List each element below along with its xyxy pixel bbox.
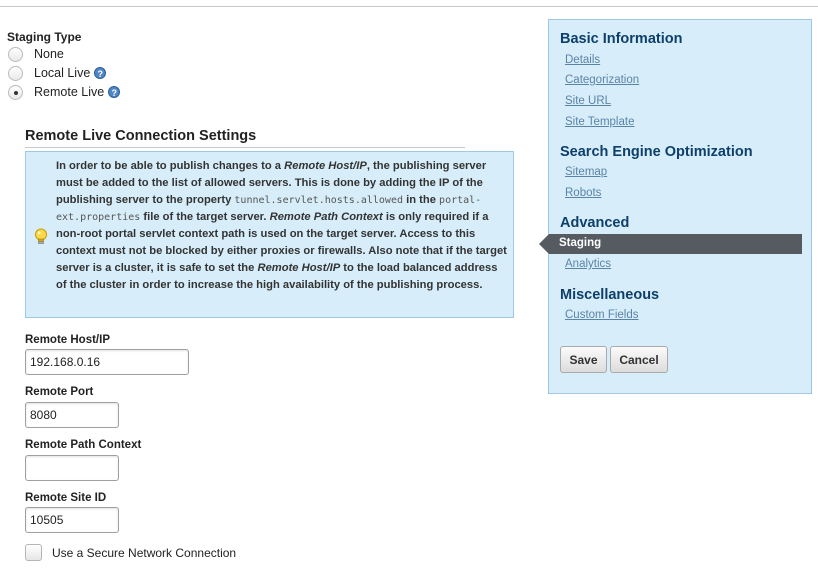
secure-connection-checkbox[interactable] (25, 544, 42, 561)
nav-item-staging-active[interactable]: Staging (539, 234, 802, 254)
save-button[interactable]: Save (560, 346, 607, 373)
radio-local-live-label: Local Live (34, 66, 91, 80)
section-divider (25, 147, 465, 148)
radio-option-remote-live[interactable]: Remote Live ? (8, 83, 121, 101)
nav-link-custom-fields[interactable]: Custom Fields (565, 309, 639, 321)
nav-link-robots[interactable]: Robots (565, 187, 601, 199)
info-message-text: In order to be able to publish changes t… (56, 160, 507, 291)
radio-local-live[interactable] (8, 65, 23, 81)
nav-heading-miscellaneous: Miscellaneous (560, 287, 660, 303)
remote-path-context-label: Remote Path Context (25, 439, 142, 451)
settings-nav-panel: Basic Information Details Categorization… (539, 19, 812, 394)
nav-link-categorization[interactable]: Categorization (565, 74, 639, 86)
nav-link-details[interactable]: Details (565, 54, 600, 66)
radio-remote-live[interactable] (8, 84, 23, 100)
secure-connection-option[interactable]: Use a Secure Network Connection (25, 544, 236, 561)
remote-site-id-label: Remote Site ID (25, 492, 107, 504)
nav-link-sitemap[interactable]: Sitemap (565, 166, 607, 178)
remote-port-input[interactable] (25, 402, 119, 428)
staging-type-label: Staging Type (7, 30, 82, 44)
nav-heading-advanced: Advanced (560, 215, 630, 231)
remote-site-id-input[interactable] (25, 507, 119, 533)
nav-link-site-url[interactable]: Site URL (565, 95, 611, 107)
remote-host-label: Remote Host/IP (25, 334, 110, 346)
top-divider (0, 6, 818, 7)
nav-item-staging-label: Staging (559, 237, 602, 249)
radio-none-label: None (34, 47, 64, 61)
radio-remote-live-label: Remote Live (34, 85, 105, 99)
remote-host-input[interactable] (25, 349, 189, 375)
active-indicator-arrow (539, 234, 549, 254)
nav-heading-seo: Search Engine Optimization (560, 144, 753, 160)
remote-settings-title: Remote Live Connection Settings (25, 128, 257, 144)
cancel-button[interactable]: Cancel (610, 346, 668, 373)
remote-port-label: Remote Port (25, 386, 94, 398)
radio-option-none[interactable]: None (8, 45, 64, 63)
lightbulb-icon (35, 228, 47, 244)
help-icon[interactable]: ? (94, 67, 107, 79)
nav-link-site-template[interactable]: Site Template (565, 116, 634, 128)
radio-none[interactable] (8, 46, 23, 62)
radio-option-local-live[interactable]: Local Live ? (8, 64, 107, 82)
info-message-box: In order to be able to publish changes t… (25, 151, 514, 318)
nav-heading-basic-information: Basic Information (560, 31, 683, 47)
secure-connection-label: Use a Secure Network Connection (52, 545, 237, 560)
nav-link-analytics[interactable]: Analytics (565, 258, 611, 270)
remote-path-context-input[interactable] (25, 455, 119, 481)
help-icon[interactable]: ? (108, 86, 121, 98)
